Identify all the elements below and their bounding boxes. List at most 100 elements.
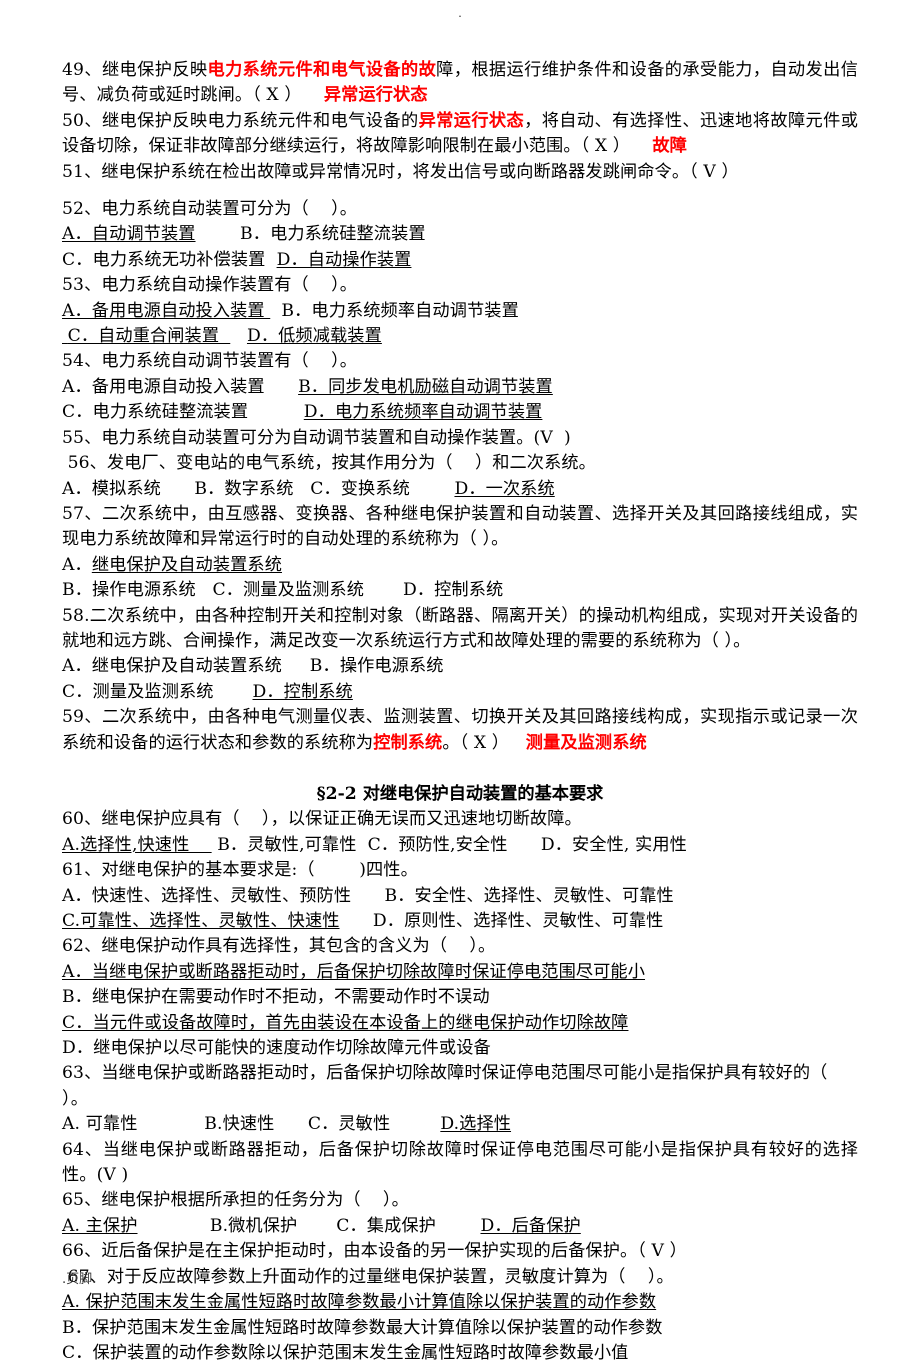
question-49: 49、继电保护反映电力系统元件和电气设备的故障，根据运行维护条件和设备的承受能力… [62, 58, 858, 109]
q50-red-highlight: 异常运行状态 [418, 110, 525, 131]
question-54-stem: 54、电力系统自动调节装置有（ ）。 [62, 351, 358, 372]
q62-option-b: B．继电保护在需要动作时不拒动，不需要动作时不误动 [62, 987, 490, 1008]
question-58-options-row2: C．测量及监测系统 D．控制系统 [62, 680, 858, 705]
q65-option-c: C．集成保护 [336, 1215, 436, 1236]
q53-option-c: C．自动重合闸装置 [62, 326, 231, 347]
q67-option-a: A. 保护范围末发生金属性短路时故障参数最小计算值除以保护装置的动作参数 [62, 1292, 657, 1313]
q49-red-highlight: 电力系统元件和电气设备的故 [207, 60, 437, 80]
q56-option-b: B．数字系统 [194, 478, 294, 499]
q58-option-a: A．继电保护及自动装置系统 [62, 656, 282, 677]
q67-option-b: B．保护范围末发生金属性短路时故障参数最大计算值除以保护装置的动作参数 [62, 1317, 663, 1338]
question-55: 55、电力系统自动装置可分为自动调节装置和自动操作装置。(V ) [62, 427, 571, 448]
q60-option-d: D．安全性, 实用性 [540, 834, 687, 855]
question-56-stem: 56、发电厂、变电站的电气系统，按其作用分为（ ）和二次系统。 [62, 453, 596, 474]
question-58-options-row1: A．继电保护及自动装置系统 B．操作电源系统 [62, 654, 858, 679]
question-56-options: A．模拟系统 B．数字系统 C．变换系统 D．一次系统 [62, 477, 858, 502]
section-heading: §2-2 对继电保护自动装置的基本要求 [316, 783, 604, 804]
question-57-options-row2: B．操作电源系统 C．测量及监测系统 D．控制系统 [62, 578, 858, 603]
document-page: . 49、继电保护反映电力系统元件和电气设备的故障，根据运行维护条件和设备的承受… [0, 0, 920, 1363]
q57-option-a: 继电保护及自动装置系统 [91, 554, 282, 575]
q56-option-c: C．变换系统 [310, 478, 410, 499]
q56-option-a: A．模拟系统 [62, 478, 161, 499]
question-60-stem: 60、继电保护应具有（ ），以保证正确无误而又迅速地切断故障。 [62, 809, 582, 830]
q58-option-b: B．操作电源系统 [309, 656, 444, 677]
question-62-option-a: A．当继电保护或断路器拒动时，后备保护切除故障时保证停电范围尽可能小 [62, 960, 858, 985]
q54-option-c: C．电力系统硅整流装置 [62, 402, 249, 423]
q53-option-a: A．备用电源自动投入装置 [62, 300, 271, 321]
question-58-stem: 58.二次系统中，由各种控制开关和控制对象（断路器、隔离开关）的操动机构组成，实… [62, 605, 858, 651]
question-65-stem: 65、继电保护根据所承担的任务分为（ ）。 [62, 1190, 409, 1211]
q54-option-b: B．同步发电机励磁自动调节装置 [298, 376, 553, 397]
q62-option-d: D．继电保护以尽可能快的速度动作切除故障元件或设备 [62, 1038, 491, 1059]
q49-answer: 异常运行状态 [323, 85, 428, 106]
question-57-option-a-row: A．继电保护及自动装置系统 [62, 553, 858, 578]
question-62-stem: 62、继电保护动作具有选择性，其包含的含义为（ ）。 [62, 936, 496, 957]
question-62-option-b: B．继电保护在需要动作时不拒动，不需要动作时不误动 [62, 985, 858, 1010]
q59-answer: 测量及监测系统 [525, 732, 647, 753]
question-67-stem: 67、对于反应故障参数上升面动作的过量继电保护装置，灵敏度计算为（ ）。 [62, 1266, 674, 1287]
q52-option-c: C．电力系统无功补偿装置 [62, 249, 266, 270]
question-67-option-b: B．保护范围末发生金属性短路时故障参数最大计算值除以保护装置的动作参数 [62, 1316, 858, 1341]
q58-option-d: D．控制系统 [252, 681, 353, 702]
q62-option-a: A．当继电保护或断路器拒动时，后备保护切除故障时保证停电范围尽可能小 [62, 961, 646, 982]
q63-option-a: A. 可靠性 [62, 1114, 138, 1135]
question-63-stem: 63、当继电保护或断路器拒动时，后备保护切除故障时保证停电范围尽可能小是指保护具… [62, 1063, 850, 1109]
question-54-options-row2: C．电力系统硅整流装置 D．电力系统频率自动调节装置 [62, 400, 858, 425]
q57-option-c: C．测量及监测系统 [212, 580, 365, 601]
question-67-option-c: C．保护装置的动作参数除以保护范围末发生金属性短路时故障参数最小值 [62, 1341, 858, 1366]
question-63-options: A. 可靠性 B.快速性 C．灵敏性 D.选择性 [62, 1112, 858, 1137]
question-67-option-a: A. 保护范围末发生金属性短路时故障参数最小计算值除以保护装置的动作参数 [62, 1290, 858, 1315]
q67-option-c: C．保护装置的动作参数除以保护范围末发生金属性短路时故障参数最小值 [62, 1342, 629, 1363]
q53-option-b: B．电力系统频率自动调节装置 [281, 300, 519, 321]
page-top-mark: . [458, 7, 462, 20]
q60-option-c: C．预防性,安全性 [367, 834, 508, 855]
q62-option-c: C．当元件或设备故障时，首先由装设在本设备上的继电保护动作切除故障 [62, 1012, 629, 1033]
question-52-options-row2: C．电力系统无功补偿装置 D．自动操作装置 [62, 248, 858, 273]
q60-option-b: B．灵敏性,可靠性 [217, 834, 357, 855]
q60-option-a: A.选择性,快速性 [62, 834, 212, 855]
question-53-options-row2: C．自动重合闸装置 D．低频减载装置 [62, 324, 858, 349]
question-61-options-row2: C.可靠性、选择性、灵敏性、快速性 D．原则性、选择性、灵敏性、可靠性 [62, 909, 858, 934]
question-62-option-d: D．继电保护以尽可能快的速度动作切除故障元件或设备 [62, 1036, 858, 1061]
q52-option-b: B．电力系统硅整流装置 [240, 224, 426, 245]
question-61-options-row1: A．快速性、选择性、灵敏性、预防性 B．安全性、选择性、灵敏性、可靠性 [62, 884, 858, 909]
q54-option-a: A．备用电源自动投入装置 [62, 376, 265, 397]
question-53-stem: 53、电力系统自动操作装置有（ ）。 [62, 275, 358, 296]
question-52-stem: 52、电力系统自动装置可分为（ ）。 [62, 199, 358, 220]
question-59: 59、二次系统中，由各种电气测量仪表、监测装置、切换开关及其回路接线构成，实现指… [62, 705, 858, 756]
question-65-options: A. 主保护 B.微机保护 C．集成保护 D．后备保护 [62, 1214, 858, 1239]
question-51: 51、继电保护系统在检出故障或异常情况时，将发出信号或向断路器发跳闸命令。（ V… [62, 161, 739, 182]
q50-pre: 50、继电保护反映电力系统元件和电气设备的 [62, 110, 419, 131]
q61-option-c: C.可靠性、选择性、灵敏性、快速性 [62, 911, 340, 931]
question-54-options-row1: A．备用电源自动投入装置 B．同步发电机励磁自动调节装置 [62, 375, 858, 400]
question-60-options: A.选择性,快速性 B．灵敏性,可靠性 C．预防性,安全性 D．安全性, 实用性 [62, 833, 858, 858]
q53-option-d: D．低频减载装置 [246, 326, 382, 347]
q54-option-d: D．电力系统频率自动调节装置 [303, 402, 543, 423]
q52-option-d: D．自动操作装置 [276, 249, 412, 270]
q65-option-b: B.微机保护 [209, 1215, 298, 1236]
q59-post: 。（ X ） [442, 732, 510, 753]
q65-option-a: A. 主保护 [62, 1215, 138, 1236]
question-52-options-row1: A．自动调节装置 B．电力系统硅整流装置 [62, 222, 858, 247]
page-footer: .页脚. [62, 1272, 97, 1287]
q61-option-b: B．安全性、选择性、灵敏性、可靠性 [384, 885, 674, 906]
q65-option-d: D．后备保护 [480, 1215, 581, 1236]
q49-pre: 49、继电保护反映 [62, 60, 208, 80]
q50-answer: 故障 [652, 136, 687, 157]
q61-option-a: A．快速性、选择性、灵敏性、预防性 [62, 885, 352, 906]
question-64: 64、当继电保护或断路器拒动，后备保护切除故障时保证停电范围尽可能小是指保护具有… [62, 1139, 858, 1186]
question-57-stem: 57、二次系统中，由互感器、变换器、各种继电保护装置和自动装置、选择开关及其回路… [62, 503, 858, 550]
q58-option-c: C．测量及监测系统 [62, 681, 214, 702]
question-62-option-c: C．当元件或设备故障时，首先由装设在本设备上的继电保护动作切除故障 [62, 1011, 858, 1036]
q52-option-a: A．自动调节装置 [62, 224, 196, 245]
question-53-options-row1: A．备用电源自动投入装置 B．电力系统频率自动调节装置 [62, 299, 858, 324]
document-body: 49、继电保护反映电力系统元件和电气设备的故障，根据运行维护条件和设备的承受能力… [62, 58, 858, 1366]
q63-option-c: C．灵敏性 [307, 1114, 391, 1135]
q59-red-highlight: 控制系统 [373, 732, 443, 753]
q57-option-d: D．控制系统 [402, 580, 504, 601]
question-61-stem: 61、对继电保护的基本要求是:（ )四性。 [62, 860, 418, 881]
q63-option-d: D.选择性 [440, 1114, 512, 1135]
q61-option-d: D．原则性、选择性、灵敏性、可靠性 [372, 911, 664, 931]
